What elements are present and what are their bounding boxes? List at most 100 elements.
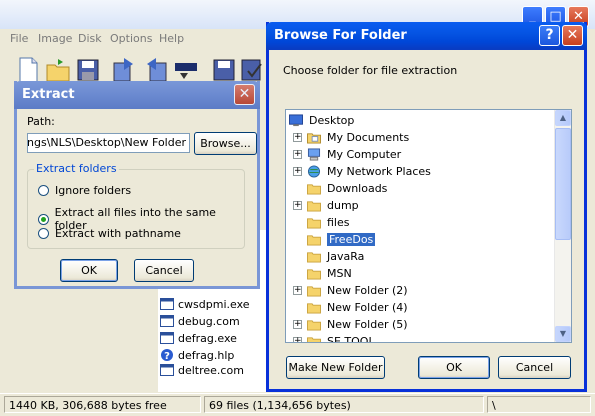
- my-documents-icon: [306, 131, 327, 144]
- file-name: defrag.exe: [178, 331, 237, 345]
- radio-ignore-folders[interactable]: Ignore folders: [38, 184, 131, 197]
- path-value: ttings\NLS\Desktop\New Folder: [27, 136, 186, 149]
- tree-item[interactable]: New Folder (4): [306, 299, 408, 316]
- tree-item[interactable]: + New Folder (5): [293, 316, 408, 333]
- radio-with-pathname[interactable]: Extract with pathname: [38, 227, 181, 240]
- folder-icon: [306, 267, 327, 280]
- tree-item[interactable]: + SE TOOL: [293, 333, 375, 343]
- tree-item[interactable]: + My Computer: [293, 146, 401, 163]
- extract-title: Extract: [22, 87, 75, 102]
- tree-item[interactable]: + My Network Places: [293, 163, 431, 180]
- tree-item-label: New Folder (4): [327, 301, 408, 314]
- tree-item[interactable]: + New Folder (2): [293, 282, 408, 299]
- expand-icon[interactable]: +: [293, 286, 302, 295]
- radio-button-checked[interactable]: [38, 213, 49, 225]
- file-name: deltree.com: [178, 364, 244, 376]
- expand-icon[interactable]: +: [293, 150, 302, 159]
- extract-ok-button[interactable]: OK: [60, 259, 118, 282]
- status-path: \: [487, 396, 591, 413]
- exe-icon: [160, 315, 174, 327]
- file-name: cwsdpmi.exe: [178, 297, 250, 311]
- extract-cancel-button[interactable]: Cancel: [134, 259, 194, 282]
- tree-item[interactable]: files: [306, 214, 349, 231]
- file-name: debug.com: [178, 314, 240, 328]
- tree-item-label: JavaRa: [327, 250, 365, 263]
- menu-disk[interactable]: Disk: [78, 32, 102, 45]
- tree-item-label: Desktop: [309, 114, 355, 127]
- scroll-down-icon[interactable]: ▼: [555, 326, 571, 342]
- expand-icon[interactable]: +: [293, 167, 302, 176]
- status-file-count: 69 files (1,134,656 bytes): [204, 396, 484, 413]
- folder-icon: [306, 318, 327, 331]
- folder-tree[interactable]: Desktop + My Documents + My Computer + My Netw…: [285, 109, 572, 343]
- extract-dialog: Extract ✕ Path: ttings\NLS\Desktop\New F…: [14, 81, 260, 289]
- list-item[interactable]: ? defrag.hlp: [160, 347, 234, 363]
- extract-folders-label: Extract folders: [34, 162, 119, 175]
- radio-button[interactable]: [38, 228, 49, 239]
- exe-icon: [160, 298, 174, 310]
- menu-image[interactable]: Image: [38, 32, 72, 45]
- status-bar: 1440 KB, 306,688 bytes free 69 files (1,…: [0, 393, 595, 416]
- list-item[interactable]: debug.com: [160, 313, 240, 329]
- path-label: Path:: [27, 115, 55, 128]
- tree-item-label: New Folder (5): [327, 318, 408, 331]
- tree-item[interactable]: JavaRa: [306, 248, 364, 265]
- radio-label: Extract with pathname: [55, 227, 181, 240]
- folder-icon: [306, 233, 327, 246]
- extract-close-button[interactable]: ✕: [234, 84, 255, 105]
- folder-icon: [306, 216, 327, 229]
- svg-text:?: ?: [164, 351, 170, 362]
- scroll-up-icon[interactable]: ▲: [555, 110, 571, 126]
- tree-item[interactable]: MSN: [306, 265, 352, 282]
- menu-file[interactable]: File: [10, 32, 28, 45]
- expand-icon[interactable]: +: [293, 133, 302, 142]
- tree-item-label: files: [327, 216, 350, 229]
- desktop-icon: [288, 114, 309, 127]
- browse-button[interactable]: Browse...: [194, 132, 257, 155]
- folder-icon: [306, 182, 327, 195]
- extract-folders-group: Extract folders Ignore folders Extract a…: [27, 162, 245, 249]
- browse-close-button[interactable]: ✕: [562, 25, 583, 46]
- radio-button[interactable]: [38, 185, 49, 196]
- tree-item-label: New Folder (2): [327, 284, 408, 297]
- extract-titlebar: Extract ✕: [14, 81, 260, 109]
- help-file-icon: ?: [161, 349, 173, 362]
- scroll-thumb[interactable]: [555, 128, 571, 240]
- menu-options[interactable]: Options: [110, 32, 152, 45]
- status-free-space: 1440 KB, 306,688 bytes free: [4, 396, 201, 413]
- list-item[interactable]: defrag.exe: [160, 330, 237, 346]
- expand-icon[interactable]: +: [293, 320, 302, 329]
- vertical-scrollbar[interactable]: ▲ ▼: [554, 110, 571, 342]
- radio-label: Ignore folders: [55, 184, 132, 197]
- browse-for-folder-dialog: Browse For Folder ? ✕ Choose folder for …: [266, 22, 587, 392]
- path-input[interactable]: ttings\NLS\Desktop\New Folder: [27, 133, 190, 153]
- exe-icon: [160, 364, 174, 376]
- browse-title: Browse For Folder: [274, 28, 407, 43]
- menu-help[interactable]: Help: [159, 32, 184, 45]
- folder-icon: [306, 250, 327, 263]
- expand-icon[interactable]: +: [293, 337, 302, 342]
- exe-icon: [160, 332, 174, 344]
- expand-icon[interactable]: +: [293, 201, 302, 210]
- tree-item-label: FreeDos: [327, 233, 376, 246]
- folder-icon: [306, 301, 327, 314]
- make-new-folder-button[interactable]: Make New Folder: [286, 356, 385, 379]
- tree-item-label: SE TOOL: [327, 335, 375, 343]
- tree-item[interactable]: Downloads: [306, 180, 387, 197]
- list-item[interactable]: deltree.com: [160, 364, 244, 376]
- folder-icon: [306, 284, 327, 297]
- help-button[interactable]: ?: [539, 25, 560, 46]
- tree-item[interactable]: + My Documents: [293, 129, 409, 146]
- tree-item[interactable]: + dump: [293, 197, 359, 214]
- browse-ok-button[interactable]: OK: [418, 356, 490, 379]
- folder-icon: [306, 199, 327, 212]
- file-name: defrag.hlp: [178, 348, 235, 362]
- browse-cancel-button[interactable]: Cancel: [498, 356, 571, 379]
- tree-item-label: MSN: [327, 267, 352, 280]
- list-item[interactable]: cwsdpmi.exe: [160, 296, 250, 312]
- my-computer-icon: [306, 148, 327, 161]
- tree-item[interactable]: FreeDos: [306, 231, 376, 248]
- network-places-icon: [306, 165, 327, 178]
- folder-icon: [306, 335, 327, 342]
- tree-item[interactable]: Desktop: [288, 112, 354, 129]
